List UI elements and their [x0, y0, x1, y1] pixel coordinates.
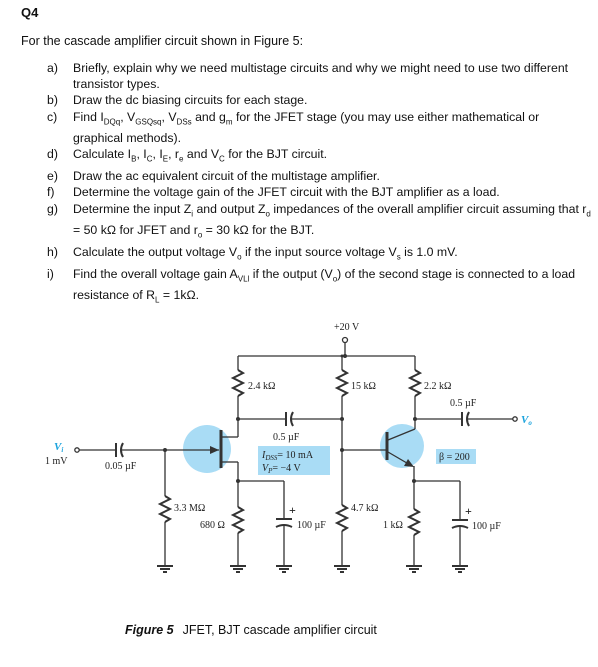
- jfet-highlight: [183, 425, 231, 473]
- input-value-label: 1 mV: [45, 456, 68, 467]
- resistor-rb2: [334, 504, 350, 532]
- input-label: Vi: [54, 441, 63, 454]
- resistor-rc: [407, 369, 423, 397]
- rb2-label: 4.7 kΩ: [351, 503, 378, 514]
- output-label: Vo: [521, 414, 532, 427]
- resistor-rb1: [334, 369, 350, 397]
- c-couple-label: 0.5 µF: [273, 432, 300, 443]
- resistor-rs: [230, 506, 246, 534]
- ground-icon: [405, 565, 423, 573]
- rs-label: 680 Ω: [200, 520, 225, 531]
- cs-plus-sign: +: [289, 503, 296, 517]
- rg-label: 3.3 MΩ: [174, 503, 205, 514]
- ce-value-label: 100 µF: [472, 521, 501, 532]
- resistor-rg: [157, 495, 173, 523]
- rd-label: 2.4 kΩ: [248, 381, 275, 392]
- beta-label: β = 200: [439, 452, 470, 463]
- ground-icon: [156, 565, 174, 573]
- c-in-label: 0.05 µF: [105, 461, 137, 472]
- rb1-label: 15 kΩ: [351, 381, 376, 392]
- supply-terminal: [341, 336, 349, 344]
- figure-caption: Figure 5 JFET, BJT cascade amplifier circ…: [125, 623, 377, 637]
- c-out-label: 0.5 µF: [450, 398, 477, 409]
- vp-label: VP= −4 V: [262, 463, 301, 475]
- ground-icon: [275, 565, 293, 573]
- ground-icon: [229, 565, 247, 573]
- ground-icon: [333, 565, 351, 573]
- figure-caption-label: Figure 5: [125, 623, 174, 637]
- resistor-rd: [230, 369, 246, 397]
- figure-caption-text: JFET, BJT cascade amplifier circuit: [182, 623, 377, 637]
- re-label: 1 kΩ: [383, 520, 403, 531]
- supply-label: +20 V: [334, 322, 360, 333]
- cs-label: 100 µF: [297, 520, 326, 531]
- circuit-diagram: +20 V 2.4 kΩ 15 kΩ 2.2 kΩ 0.5 µF 0.5 µF …: [45, 322, 532, 573]
- input-terminal: [74, 447, 80, 453]
- ce-plus-sign: +: [465, 504, 472, 518]
- ground-icon: [451, 565, 469, 573]
- rc-label: 2.2 kΩ: [424, 381, 451, 392]
- output-terminal: [512, 416, 518, 422]
- resistor-re: [406, 508, 422, 536]
